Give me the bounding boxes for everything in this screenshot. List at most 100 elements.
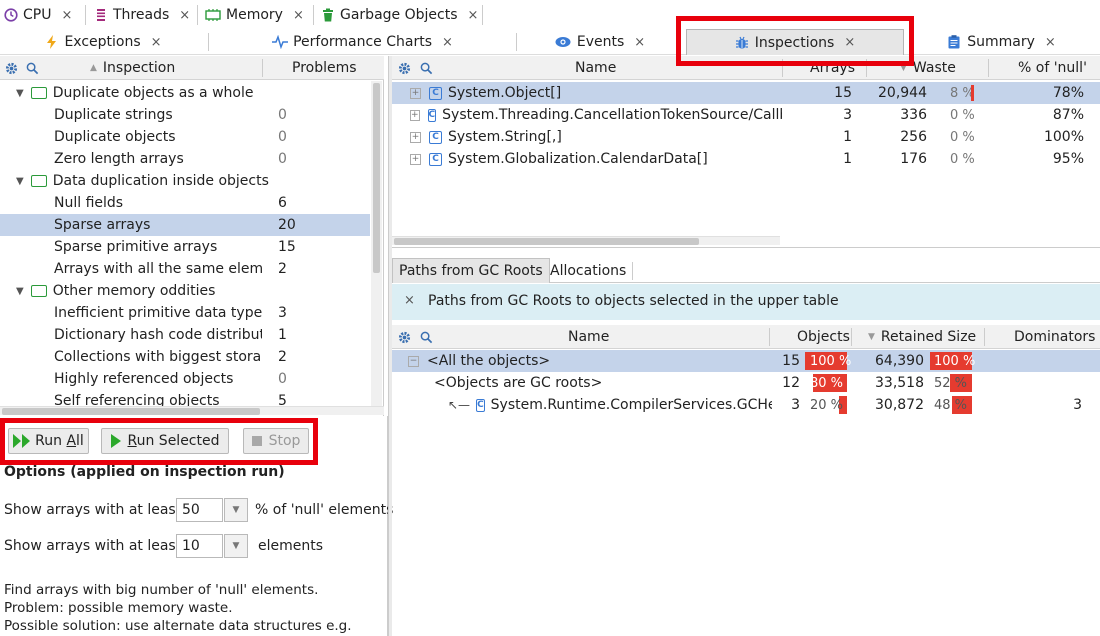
close-icon[interactable]: × — [179, 8, 190, 23]
tab-performance-charts[interactable]: Performance Charts × — [209, 29, 516, 55]
tree-table-row[interactable]: − <All the objects> 15 100 % 64,390 100 % — [392, 350, 1100, 372]
collapse-minus-icon[interactable]: − — [408, 355, 419, 367]
tree-table-row[interactable]: <Objects are GC roots> 12 80 % 33,518 52 % — [392, 372, 1100, 394]
row-dominators — [1012, 372, 1082, 394]
expand-triangle-icon[interactable]: ▼ — [16, 88, 24, 99]
vertical-scrollbar[interactable] — [371, 81, 382, 406]
row-waste: 176 — [900, 151, 927, 167]
settings-gear-icon[interactable] — [398, 56, 411, 80]
column-arrays-header[interactable]: Arrays — [810, 56, 855, 80]
second-tab-bar: Exceptions × Performance Charts × Events… — [0, 29, 1100, 55]
row-name-cell: − <All the objects> — [408, 350, 772, 372]
min-elements-input[interactable]: 10 — [176, 534, 223, 558]
close-icon[interactable]: × — [404, 293, 415, 308]
tree-row[interactable]: Sparse primitive arrays 15 — [0, 236, 370, 258]
tab-garbage-objects[interactable]: Garbage Objects × — [321, 4, 478, 26]
close-icon[interactable]: × — [61, 8, 72, 23]
tab-threads[interactable]: Threads × — [94, 4, 190, 26]
memory-group-icon — [30, 285, 47, 297]
column-name-header[interactable]: Name — [575, 56, 616, 80]
tree-row[interactable]: Duplicate strings 0 — [0, 104, 370, 126]
row-name: System.Globalization.CalendarData[] — [448, 151, 708, 167]
close-icon[interactable]: × — [468, 8, 479, 23]
expand-plus-icon[interactable]: + — [410, 109, 420, 121]
tree-row[interactable]: Sparse arrays 20 — [0, 214, 370, 236]
row-name: System.Runtime.CompilerServices.GCHeap — [490, 397, 772, 413]
tab-inspections[interactable]: Inspections × — [686, 29, 904, 55]
tree-row[interactable]: ▼ Duplicate objects as a whole — [0, 82, 370, 104]
tree-row[interactable]: Dictionary hash code distributio 1 — [0, 324, 370, 346]
null-percent-input[interactable]: 50 — [176, 498, 223, 522]
tree-row[interactable]: Arrays with all the same elemen 2 — [0, 258, 370, 280]
column-inspection-header[interactable]: ▲ Inspection — [90, 56, 175, 80]
expand-triangle-icon[interactable]: ▼ — [16, 176, 24, 187]
stop-icon — [251, 436, 262, 446]
lightning-icon — [47, 35, 57, 49]
class-icon: C — [476, 398, 485, 412]
tab-allocations[interactable]: Allocations — [550, 258, 626, 283]
tree-row-label: Collections with biggest storage — [54, 349, 262, 365]
inspection-tree-header: ▲ Inspection Problems — [0, 56, 384, 80]
tree-row-problems: 0 — [278, 107, 287, 123]
table-row[interactable]: + C System.Object[] 15 20,944 8 % 78% — [392, 82, 1100, 104]
column-retained-size-header[interactable]: ▼ Retained Size — [868, 325, 976, 349]
run-all-button[interactable]: Run All — [8, 428, 89, 454]
row-name-cell: + C System.Threading.CancellationTokenSour… — [410, 104, 782, 126]
tree-row-label-cell: ▼ Data duplication inside objects — [16, 170, 366, 192]
tree-row[interactable]: Highly referenced objects 0 — [0, 368, 370, 390]
tree-row-label-cell: Sparse primitive arrays — [54, 236, 262, 258]
close-icon[interactable]: × — [293, 8, 304, 23]
column-name-header[interactable]: Name — [568, 325, 609, 349]
settings-gear-icon[interactable] — [5, 56, 18, 80]
column-dominators-header[interactable]: Dominators — [1014, 325, 1095, 349]
row-arrays: 15 — [834, 85, 852, 101]
table-row[interactable]: + C System.Threading.CancellationTokenSour… — [392, 104, 1100, 126]
tree-row-label: Highly referenced objects — [54, 371, 234, 387]
options-title: Options (applied on inspection run) — [4, 464, 285, 480]
tab-paths-from-gc-roots[interactable]: Paths from GC Roots — [392, 258, 550, 283]
table-row[interactable]: + C System.String[,] 1 256 0 % 100% — [392, 126, 1100, 148]
expand-plus-icon[interactable]: + — [410, 131, 421, 143]
sort-up-icon: ▲ — [90, 63, 97, 73]
tree-row[interactable]: ▼ Data duplication inside objects — [0, 170, 370, 192]
tab-exceptions[interactable]: Exceptions × — [0, 29, 208, 55]
table-row[interactable]: + C System.Globalization.CalendarData[] 1 17… — [392, 148, 1100, 170]
column-problems-header[interactable]: Problems — [292, 56, 357, 80]
stop-button[interactable]: Stop — [243, 428, 309, 454]
column-objects-header[interactable]: Objects — [797, 325, 850, 349]
tree-row[interactable]: Collections with biggest storage 2 — [0, 346, 370, 368]
expand-plus-icon[interactable]: + — [410, 153, 421, 165]
tab-memory[interactable]: Memory × — [205, 4, 304, 26]
tab-events[interactable]: Events × — [517, 29, 683, 55]
search-icon[interactable] — [26, 56, 39, 80]
search-icon[interactable] — [420, 325, 433, 349]
search-icon[interactable] — [420, 56, 433, 80]
tab-cpu[interactable]: CPU × — [4, 4, 72, 26]
tree-row[interactable]: Duplicate objects 0 — [0, 126, 370, 148]
close-icon[interactable]: × — [844, 35, 855, 50]
close-icon[interactable]: × — [442, 35, 453, 50]
row-waste: 20,944 — [878, 85, 927, 101]
chevron-down-icon[interactable]: ▼ — [224, 498, 248, 522]
tree-row[interactable]: Zero length arrays 0 — [0, 148, 370, 170]
tree-row[interactable]: Inefficient primitive data type us 3 — [0, 302, 370, 324]
close-icon[interactable]: × — [151, 35, 162, 50]
tab-summary[interactable]: Summary × — [904, 29, 1100, 55]
close-icon[interactable]: × — [1045, 35, 1056, 50]
close-icon[interactable]: × — [634, 35, 645, 50]
fast-forward-icon — [13, 434, 31, 448]
horizontal-scrollbar[interactable] — [392, 236, 780, 245]
tree-row-problems: 15 — [278, 239, 296, 255]
column-pct-null-header[interactable]: % of 'null' — [1018, 56, 1087, 80]
settings-gear-icon[interactable] — [398, 325, 411, 349]
horizontal-scrollbar[interactable] — [0, 406, 384, 415]
chevron-down-icon[interactable]: ▼ — [224, 534, 248, 558]
column-waste-header[interactable]: ▼ Waste — [900, 56, 956, 80]
row-objects: 12 — [782, 375, 800, 391]
expand-plus-icon[interactable]: + — [410, 87, 421, 99]
expand-triangle-icon[interactable]: ▼ — [16, 286, 24, 297]
tree-row[interactable]: ▼ Other memory oddities — [0, 280, 370, 302]
tree-row[interactable]: Null fields 6 — [0, 192, 370, 214]
run-selected-button[interactable]: Run Selected — [101, 428, 229, 454]
tree-table-row[interactable]: ↖— C System.Runtime.CompilerServices.GCHea… — [392, 394, 1100, 416]
